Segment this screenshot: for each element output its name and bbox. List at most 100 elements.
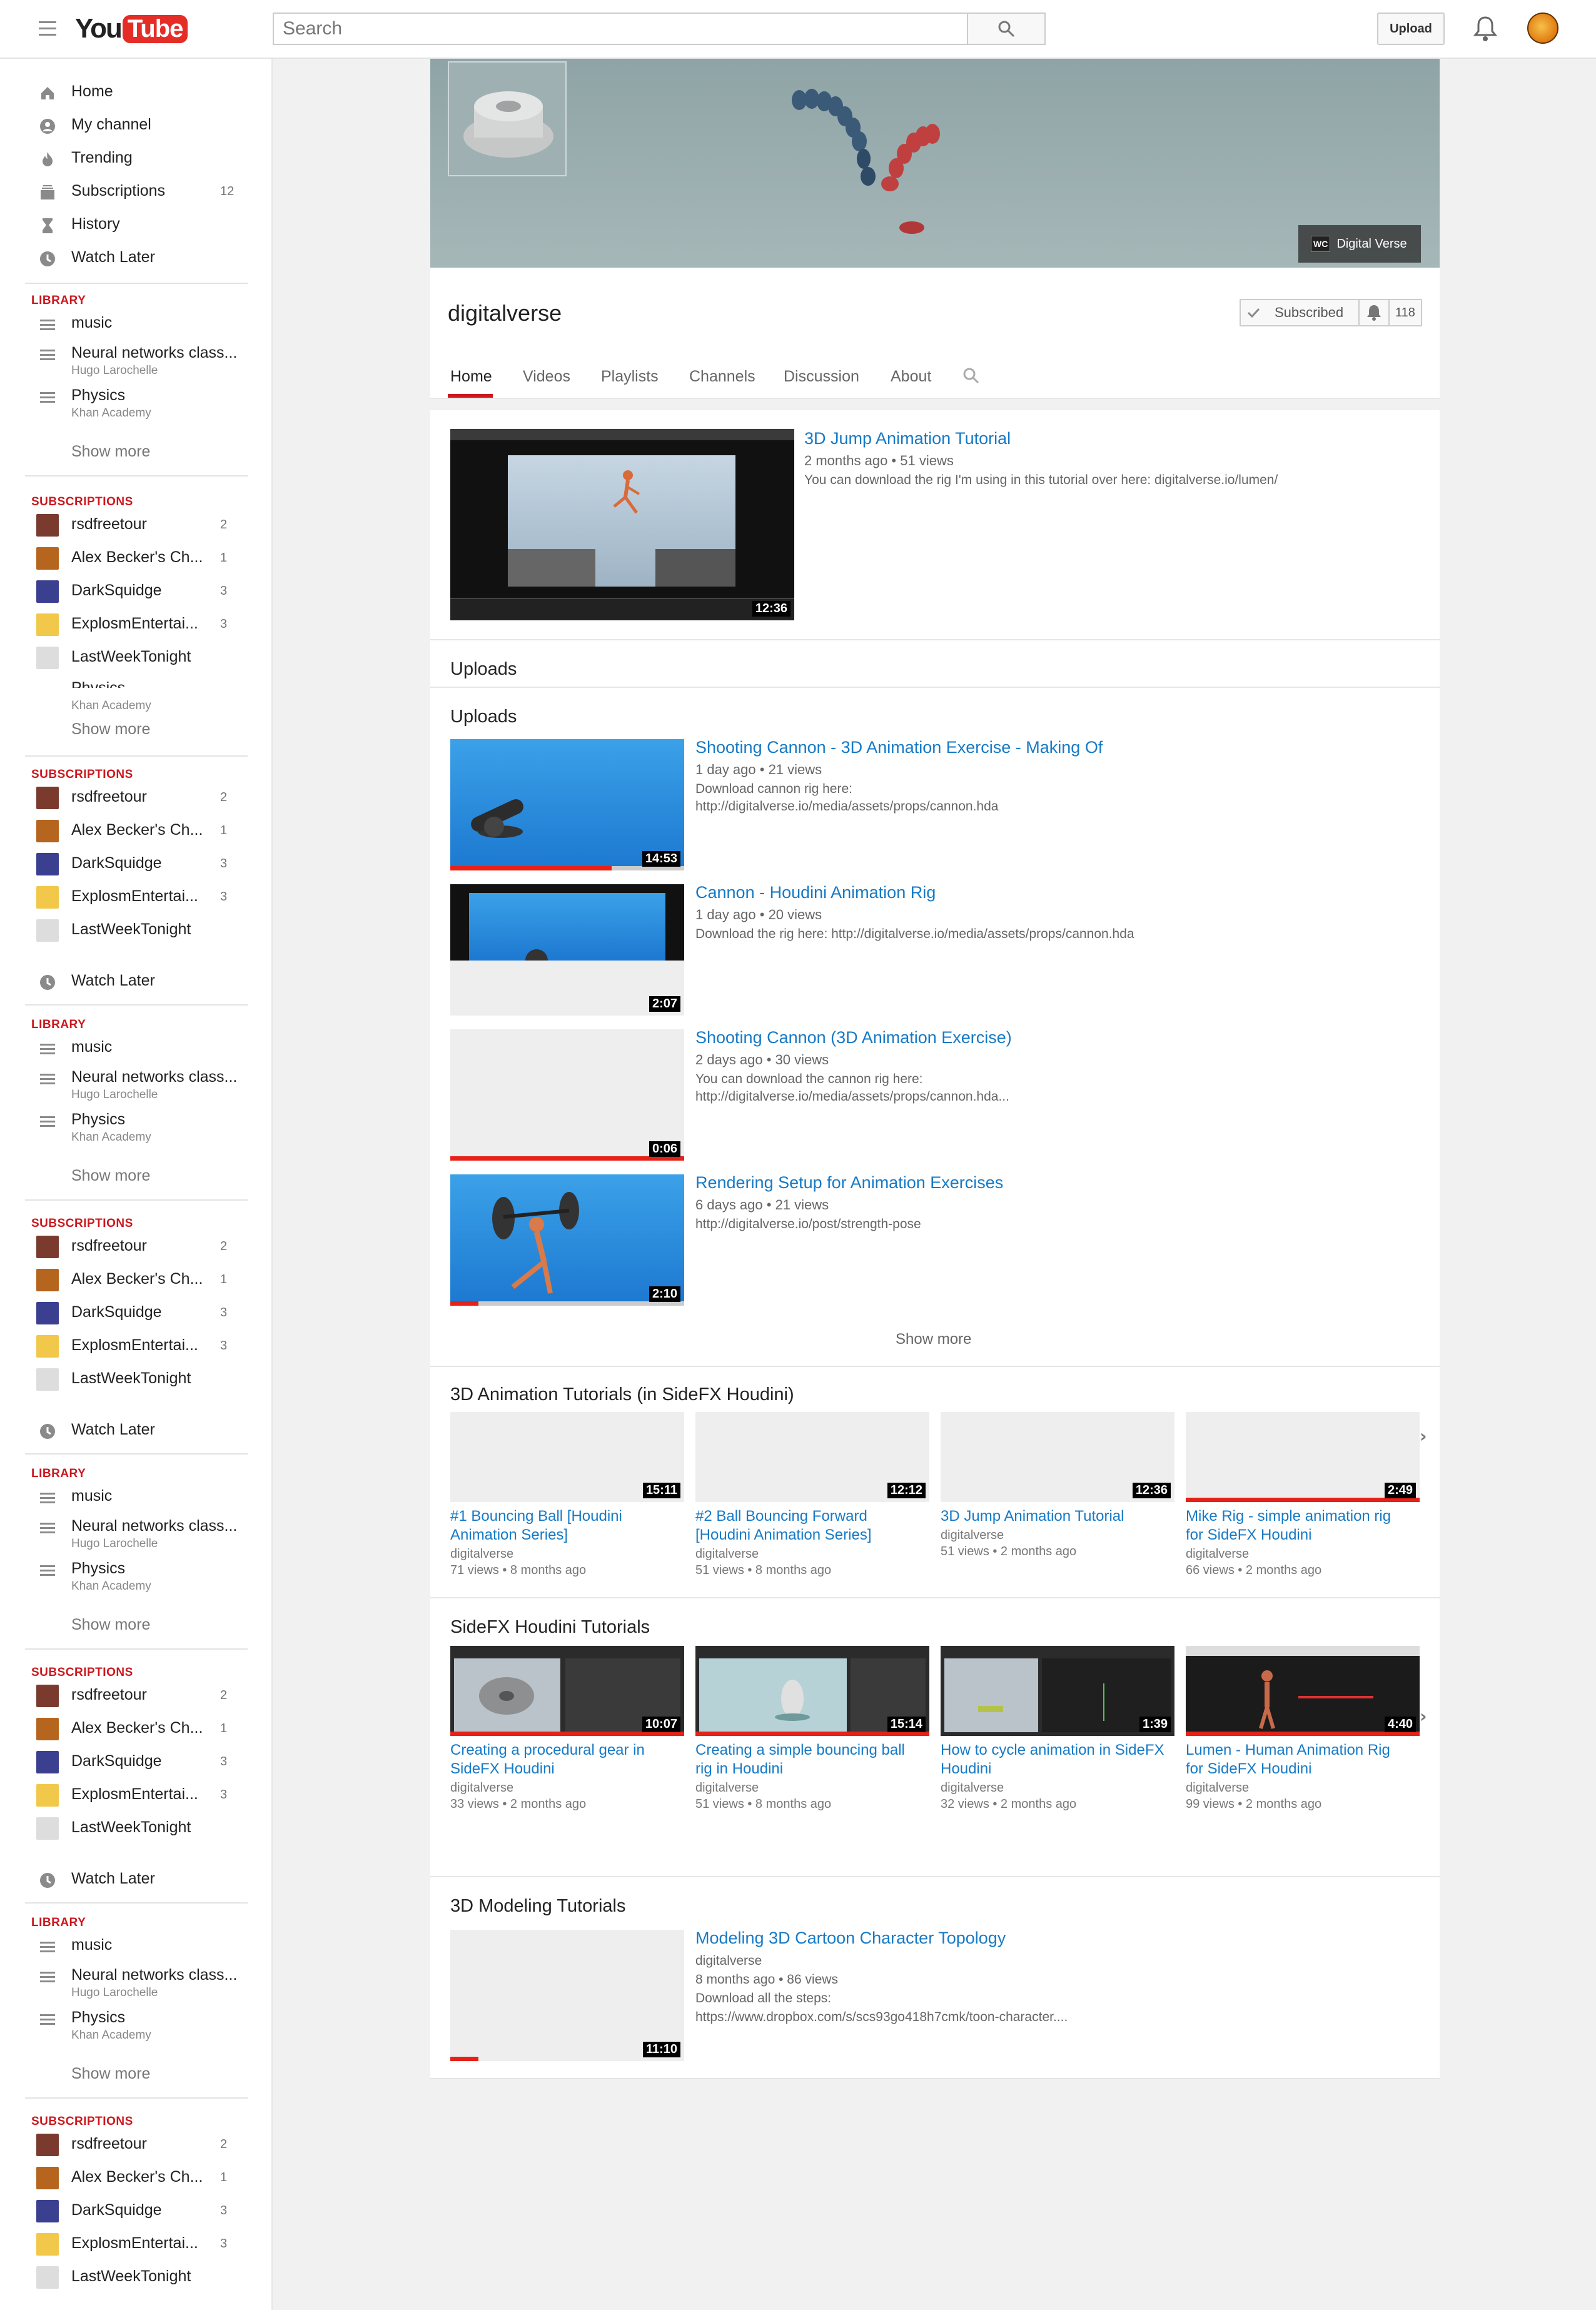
menu-icon[interactable] xyxy=(39,21,56,36)
video-title[interactable]: [Houdini Animation Series] xyxy=(695,1526,871,1545)
subscribed-button[interactable]: Subscribed 118 xyxy=(1240,299,1422,326)
upload-button[interactable]: Upload xyxy=(1377,13,1445,45)
tab-discussion[interactable]: Discussion xyxy=(784,368,859,386)
sidebar-sub-lastweektonight[interactable]: LastWeekTonight xyxy=(0,643,273,672)
video-thumbnail[interactable]: 2:49 xyxy=(1186,1412,1420,1502)
video-title[interactable]: Creating a procedural gear in xyxy=(450,1741,645,1760)
sidebar-sub-darksquidge[interactable]: DarkSquidge 3 xyxy=(0,1298,273,1327)
sidebar-sub-lastweektonight[interactable]: LastWeekTonight xyxy=(0,1364,273,1393)
sidebar-item-music[interactable]: music xyxy=(0,1033,273,1062)
sidebar-sub-darksquidge[interactable]: DarkSquidge 3 xyxy=(0,1747,273,1776)
shelf-next-arrow-icon[interactable]: › xyxy=(1420,1426,1427,1446)
video-thumbnail[interactable]: 4:40 xyxy=(1186,1646,1420,1736)
tab-about[interactable]: About xyxy=(891,368,931,386)
sidebar-sub-alexbeckersch[interactable]: Alex Becker's Ch... 1 xyxy=(0,816,273,845)
sidebar-sub-lastweektonight[interactable]: LastWeekTonight xyxy=(0,2262,273,2291)
video-channel[interactable]: digitalverse xyxy=(695,1780,759,1796)
sidebar-sub-alexbeckersch[interactable]: Alex Becker's Ch... 1 xyxy=(0,1714,273,1743)
sidebar-sub-darksquidge[interactable]: DarkSquidge 3 xyxy=(0,577,273,605)
sidebar-item-neural-networks[interactable]: Neural networks class... Hugo Larochelle xyxy=(0,1063,273,1101)
sidebar-item-music[interactable]: music xyxy=(0,1482,273,1511)
sidebar-sub-explosmentertai[interactable]: ExplosmEntertai... 3 xyxy=(0,2229,273,2258)
sidebar-sub-alexbeckersch[interactable]: Alex Becker's Ch... 1 xyxy=(0,1265,273,1294)
video-thumbnail[interactable]: 12:12 xyxy=(695,1412,929,1502)
video-channel[interactable]: digitalverse xyxy=(450,1780,513,1796)
notifications-bell-icon[interactable] xyxy=(1473,15,1498,43)
sidebar-show-more[interactable]: Show more xyxy=(71,2065,150,2083)
sidebar-item-physics[interactable]: Physics Khan Academy xyxy=(0,381,273,420)
notification-bell-icon[interactable] xyxy=(1358,300,1388,325)
shelf-title[interactable]: 3D Animation Tutorials (in SideFX Houdin… xyxy=(450,1384,794,1405)
video-title[interactable]: for SideFX Houdini xyxy=(1186,1526,1311,1545)
video-channel[interactable]: digitalverse xyxy=(941,1780,1004,1796)
video-title[interactable]: for SideFX Houdini xyxy=(1186,1760,1311,1778)
sidebar-item-neural-networks[interactable]: Neural networks class... Hugo Larochelle xyxy=(0,1512,273,1550)
sidebar-sub-explosmentertai[interactable]: ExplosmEntertai... 3 xyxy=(0,1331,273,1360)
tab-channels[interactable]: Channels xyxy=(689,368,755,386)
video-thumbnail[interactable]: 1:39 xyxy=(941,1646,1174,1736)
sidebar-item-history[interactable]: History xyxy=(0,210,273,239)
tab-playlists[interactable]: Playlists xyxy=(601,368,659,386)
video-title[interactable]: #2 Ball Bouncing Forward xyxy=(695,1507,867,1526)
video-title[interactable]: Animation Series] xyxy=(450,1526,568,1545)
sidebar-sub-explosmentertai[interactable]: ExplosmEntertai... 3 xyxy=(0,882,273,911)
banner-link[interactable]: WC Digital Verse xyxy=(1298,225,1421,263)
featured-video-title[interactable]: 3D Jump Animation Tutorial xyxy=(804,429,1011,448)
uploads-heading[interactable]: Uploads xyxy=(450,659,517,680)
search-input[interactable] xyxy=(273,13,968,45)
video-title[interactable]: rig in Houdini xyxy=(695,1760,783,1778)
search-button[interactable] xyxy=(967,13,1046,45)
sidebar-item-trending[interactable]: Trending xyxy=(0,144,273,173)
youtube-logo[interactable]: You Tube xyxy=(75,13,188,45)
video-title[interactable]: Rendering Setup for Animation Exercises xyxy=(695,1173,1003,1193)
sidebar-item-neural-networks[interactable]: Neural networks class... Hugo Larochelle xyxy=(0,1961,273,1999)
sidebar-sub-rsdfreetour[interactable]: rsdfreetour 2 xyxy=(0,783,273,812)
sidebar-item-music[interactable]: music xyxy=(0,309,273,338)
account-avatar[interactable] xyxy=(1527,13,1558,44)
sidebar-item-physics[interactable]: Physics Khan Academy xyxy=(0,2004,273,2042)
video-thumbnail[interactable]: 0:06 xyxy=(450,1029,684,1161)
video-thumbnail[interactable]: 12:36 xyxy=(941,1412,1174,1502)
sidebar-sub-explosmentertai[interactable]: ExplosmEntertai... 3 xyxy=(0,1780,273,1809)
sidebar-item-subscriptions[interactable]: Subscriptions 12 xyxy=(0,177,273,206)
video-title[interactable]: SideFX Houdini xyxy=(450,1760,555,1778)
video-channel[interactable]: digitalverse xyxy=(695,1954,762,1969)
sidebar-show-more[interactable]: Show more xyxy=(71,1616,150,1634)
sidebar-show-more[interactable]: Show more xyxy=(71,443,150,461)
video-title[interactable]: Cannon - Houdini Animation Rig xyxy=(695,883,936,902)
video-thumbnail[interactable]: 15:11 xyxy=(450,1412,684,1502)
sidebar-sub-alexbeckersch[interactable]: Alex Becker's Ch... 1 xyxy=(0,2163,273,2192)
video-thumbnail[interactable]: 2:07 xyxy=(450,884,684,1016)
tab-videos[interactable]: Videos xyxy=(523,368,570,386)
video-title[interactable]: Houdini xyxy=(941,1760,991,1778)
sidebar-sub-lastweektonight[interactable]: LastWeekTonight xyxy=(0,915,273,944)
video-channel[interactable]: digitalverse xyxy=(695,1546,759,1562)
uploads-subheading[interactable]: Uploads xyxy=(450,707,517,727)
video-thumbnail[interactable]: 2:10 xyxy=(450,1174,684,1306)
tab-home[interactable]: Home xyxy=(450,368,492,386)
video-title[interactable]: Shooting Cannon (3D Animation Exercise) xyxy=(695,1028,1012,1047)
video-title[interactable]: Shooting Cannon - 3D Animation Exercise … xyxy=(695,738,1103,757)
sidebar-sub-rsdfreetour[interactable]: rsdfreetour 2 xyxy=(0,1232,273,1261)
sidebar-sub-darksquidge[interactable]: DarkSquidge 3 xyxy=(0,2196,273,2225)
video-title[interactable]: 3D Jump Animation Tutorial xyxy=(941,1507,1124,1526)
video-thumbnail[interactable]: 10:07 xyxy=(450,1646,684,1736)
sidebar-item-physics[interactable]: Physics Khan Academy xyxy=(0,1555,273,1593)
shelf-next-arrow-icon[interactable]: › xyxy=(1420,1706,1427,1727)
video-title[interactable]: Mike Rig - simple animation rig xyxy=(1186,1507,1391,1526)
sidebar-sub-explosmentertai[interactable]: ExplosmEntertai... 3 xyxy=(0,610,273,638)
sidebar-sub-lastweektonight[interactable]: LastWeekTonight xyxy=(0,1813,273,1842)
video-channel[interactable]: digitalverse xyxy=(941,1527,1004,1543)
video-thumbnail[interactable]: 14:53 xyxy=(450,739,684,870)
channel-search-icon[interactable] xyxy=(962,366,981,385)
uploads-show-more[interactable]: Show more xyxy=(896,1331,971,1348)
shelf-title[interactable]: SideFX Houdini Tutorials xyxy=(450,1617,650,1638)
video-title[interactable]: Creating a simple bouncing ball xyxy=(695,1741,905,1760)
featured-video-thumbnail[interactable]: 12:36 xyxy=(450,429,794,620)
sidebar-item-physics[interactable]: Physics Khan Academy xyxy=(0,1106,273,1144)
shelf-title[interactable]: 3D Modeling Tutorials xyxy=(450,1896,625,1917)
sidebar-item-watch-later[interactable]: Watch Later xyxy=(0,1416,273,1445)
video-title[interactable]: How to cycle animation in SideFX xyxy=(941,1741,1164,1760)
sidebar-sub-darksquidge[interactable]: DarkSquidge 3 xyxy=(0,849,273,878)
sidebar-item-watch-later[interactable]: Watch Later xyxy=(0,1865,273,1894)
